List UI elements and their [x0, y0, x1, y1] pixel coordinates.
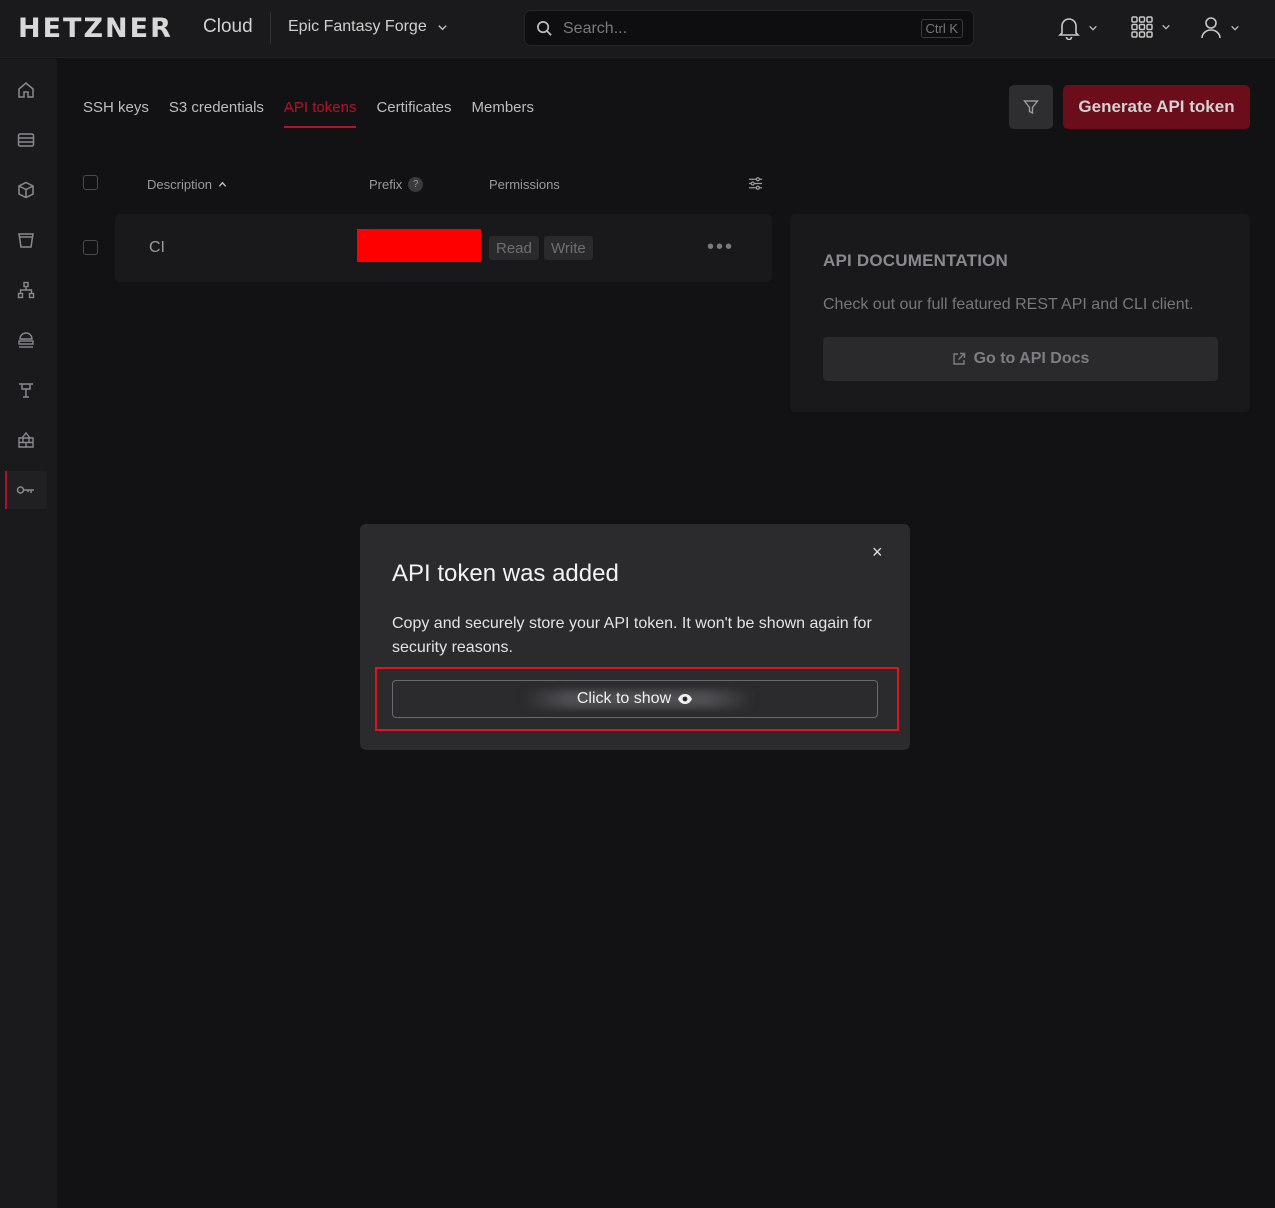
docs-description: Check out our full featured REST API and… [823, 296, 1194, 313]
filter-button[interactable] [1009, 85, 1053, 129]
token-added-modal: × API token was added Copy and securely … [360, 524, 910, 750]
column-label-prefix: Prefix [369, 177, 403, 192]
notifications-menu[interactable] [1058, 16, 1098, 40]
redacted-prefix [357, 229, 481, 262]
column-header-prefix: Prefix ? [369, 177, 424, 192]
tab-s3-credentials[interactable]: S3 credentials [169, 99, 264, 128]
sidebar-item-home[interactable] [5, 71, 47, 109]
bell-icon [1058, 18, 1080, 40]
project-selector[interactable]: Epic Fantasy Forge [288, 18, 448, 36]
sort-ascending-icon [218, 181, 227, 187]
primary-ips-icon [19, 383, 33, 398]
sidebar [0, 59, 57, 1208]
chevron-down-icon [1231, 25, 1239, 31]
help-icon[interactable]: ? [408, 177, 424, 192]
search-shortcut: Ctrl K [920, 19, 963, 38]
go-to-api-docs-button[interactable]: Go to API Docs [823, 337, 1218, 381]
permission-badge-write: Write [544, 236, 593, 260]
top-bar: HETZNER Cloud Epic Fantasy Forge Ctrl K [0, 0, 1275, 58]
search-icon [537, 21, 552, 36]
sidebar-item-primary-ips[interactable] [5, 371, 47, 409]
docs-button-label: Go to API Docs [973, 350, 1090, 367]
project-name: Epic Fantasy Forge [288, 18, 427, 35]
grid-icon [1131, 16, 1153, 38]
sidebar-item-firewalls[interactable] [5, 421, 47, 459]
networks-icon [17, 281, 35, 299]
sliders-icon [748, 177, 763, 190]
tab-api-tokens[interactable]: API tokens [283, 99, 357, 128]
firewalls-icon [18, 431, 34, 448]
column-header-permissions: Permissions [489, 177, 560, 192]
docs-title: API DOCUMENTATION [823, 251, 1009, 270]
sidebar-item-security[interactable] [5, 471, 47, 509]
generate-api-token-button[interactable]: Generate API token [1063, 85, 1250, 129]
filter-icon [1023, 100, 1039, 115]
external-link-icon [952, 352, 965, 365]
row-checkbox[interactable] [83, 240, 98, 255]
volumes-icon [18, 181, 34, 199]
search-input[interactable] [563, 18, 923, 40]
chevron-down-icon [1089, 25, 1097, 31]
chevron-down-icon [438, 24, 447, 30]
security-key-icon [16, 486, 34, 494]
row-actions-menu[interactable]: ••• [707, 236, 734, 259]
servers-icon [17, 133, 35, 147]
permission-badge-read: Read [489, 236, 539, 260]
show-button-label: Click to show [576, 690, 672, 707]
storage-bucket-icon [18, 233, 34, 248]
security-tabs: SSH keys S3 credentials API tokens Certi… [83, 99, 534, 128]
modal-message: Copy and securely store your API token. … [392, 615, 872, 656]
table-row[interactable]: CI Read Write ••• [115, 214, 772, 282]
divider [270, 12, 271, 44]
search-bar[interactable]: Ctrl K [524, 10, 974, 46]
load-balancers-icon [18, 332, 34, 348]
sidebar-item-servers[interactable] [5, 121, 47, 159]
product-name[interactable]: Cloud [203, 16, 253, 38]
home-icon [18, 82, 34, 98]
column-header-description[interactable]: Description [147, 177, 227, 192]
tab-members[interactable]: Members [472, 99, 535, 128]
chevron-down-icon [1162, 24, 1170, 30]
user-icon [1201, 17, 1221, 39]
column-settings-button[interactable] [748, 176, 763, 196]
tab-ssh-keys[interactable]: SSH keys [83, 99, 149, 128]
tab-certificates[interactable]: Certificates [376, 99, 451, 128]
sidebar-item-volumes[interactable] [5, 171, 47, 209]
click-to-show-button[interactable]: Click to show [392, 680, 878, 718]
api-documentation-card: API DOCUMENTATION Check out our full fea… [790, 214, 1250, 412]
token-description: CI [149, 239, 165, 256]
eye-icon [678, 694, 693, 704]
close-icon[interactable]: × [872, 542, 883, 563]
column-label-description: Description [147, 177, 213, 192]
hetzner-logo[interactable]: HETZNER [18, 13, 173, 44]
sidebar-item-load-balancers[interactable] [5, 321, 47, 359]
select-all-checkbox[interactable] [83, 175, 98, 190]
modal-title: API token was added [392, 560, 619, 587]
show-token-label: Click to show [393, 681, 877, 717]
user-menu[interactable] [1200, 16, 1240, 40]
apps-menu[interactable] [1131, 16, 1171, 38]
sidebar-item-storage[interactable] [5, 221, 47, 259]
sidebar-item-networks[interactable] [5, 271, 47, 309]
